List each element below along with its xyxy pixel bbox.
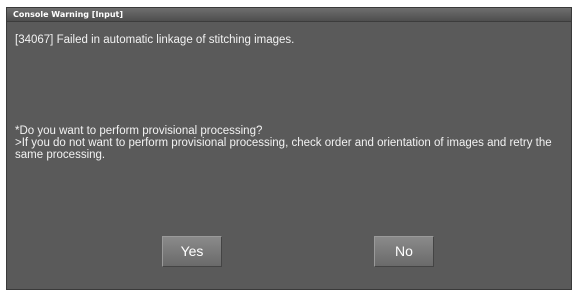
question-message: *Do you want to perform provisional proc… [15, 125, 263, 137]
dialog-titlebar: Console Warning [Input] [7, 8, 571, 22]
yes-button[interactable]: Yes [162, 236, 222, 267]
no-button[interactable]: No [374, 236, 434, 267]
screen: Console Warning [Input] [34067] Failed i… [0, 0, 576, 294]
error-message: [34067] Failed in automatic linkage of s… [15, 34, 295, 46]
console-warning-dialog: Console Warning [Input] [34067] Failed i… [6, 7, 572, 290]
detail-message: >If you do not want to perform provision… [15, 137, 552, 161]
dialog-title: Console Warning [Input] [13, 10, 124, 19]
